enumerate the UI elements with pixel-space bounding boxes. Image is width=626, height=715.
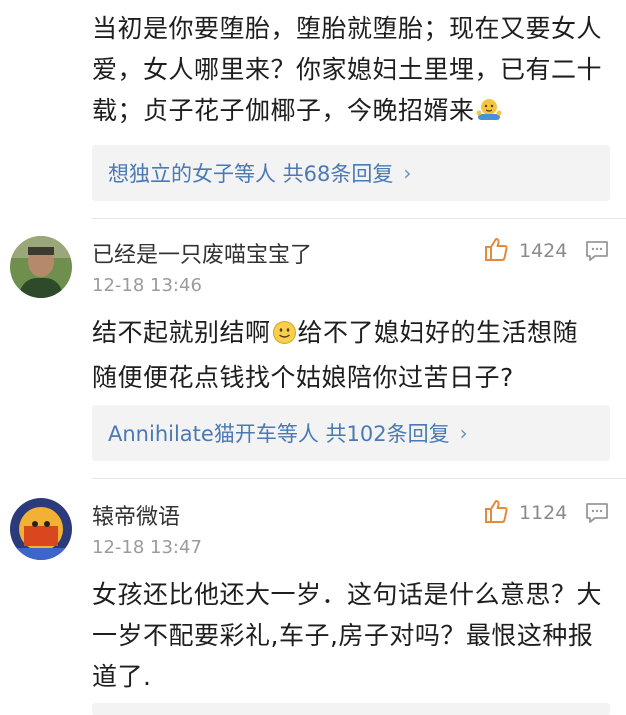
timestamp: 12-18 13:46 xyxy=(92,275,202,296)
comment-line: 随便便花点钱找个姑娘陪你过苦日子? xyxy=(92,363,514,392)
comment-line: 当初是你要堕胎，堕胎就堕胎；现在又要女人 xyxy=(92,14,603,43)
username[interactable]: 辕帝微语 xyxy=(92,499,180,531)
replies-link[interactable]: 想独立的女子等人 共68条回复 › xyxy=(92,145,610,201)
replies-link[interactable]: Annihilate猫开车等人 共102条回复 › xyxy=(92,405,610,461)
comment-text: 当初是你要堕胎，堕胎就堕胎；现在又要女人 爱，女人哪里来？你家媳妇土里埋，已有二… xyxy=(92,8,612,135)
comment-line: 女孩还比他还大一岁．这句话是什么意思？大 xyxy=(92,580,603,609)
avatar[interactable] xyxy=(10,498,72,560)
replies-link[interactable] xyxy=(92,703,610,715)
like-count: 1124 xyxy=(519,502,568,524)
divider xyxy=(92,478,626,479)
avatar[interactable] xyxy=(10,236,72,298)
comment-line: 道了. xyxy=(92,662,152,691)
shrug-emoji xyxy=(476,94,502,135)
comment-text: 女孩还比他还大一岁．这句话是什么意思？大 一岁不配要彩礼,车子,房子对吗？最恨这… xyxy=(92,574,612,697)
timestamp: 12-18 13:47 xyxy=(92,537,202,558)
like-count: 1424 xyxy=(519,240,568,262)
thumbs-up-icon xyxy=(483,498,509,528)
comment-line: 爱，女人哪里来？你家媳妇土里埋，已有二十 xyxy=(92,55,603,84)
replies-label: Annihilate猫开车等人 共102条回复 xyxy=(108,422,450,446)
comment-icon[interactable] xyxy=(585,502,609,528)
comment-text: 结不起就别结啊 给不了媳妇好的生活想随 随便便花点钱找个姑娘陪你过苦日子? xyxy=(92,312,612,398)
like-button[interactable]: 1124 xyxy=(483,498,567,528)
divider xyxy=(92,218,626,219)
username[interactable]: 已经是一只废喵宝宝了 xyxy=(92,237,312,269)
thumbs-up-icon xyxy=(483,236,509,266)
like-button[interactable]: 1424 xyxy=(483,236,567,266)
comment-line: 一岁不配要彩礼,车子,房子对吗？最恨这种报 xyxy=(92,621,594,650)
chevron-right-icon: › xyxy=(459,421,468,445)
smile-emoji xyxy=(272,316,297,357)
comment-icon[interactable] xyxy=(585,240,609,266)
replies-label: 想独立的女子等人 共68条回复 xyxy=(108,162,394,186)
chevron-right-icon: › xyxy=(403,161,412,185)
comment-line: 结不起就别结啊 给不了媳妇好的生活想随 xyxy=(92,312,612,357)
comment-line: 载；贞子花子伽椰子，今晚招婿来 xyxy=(92,90,612,135)
